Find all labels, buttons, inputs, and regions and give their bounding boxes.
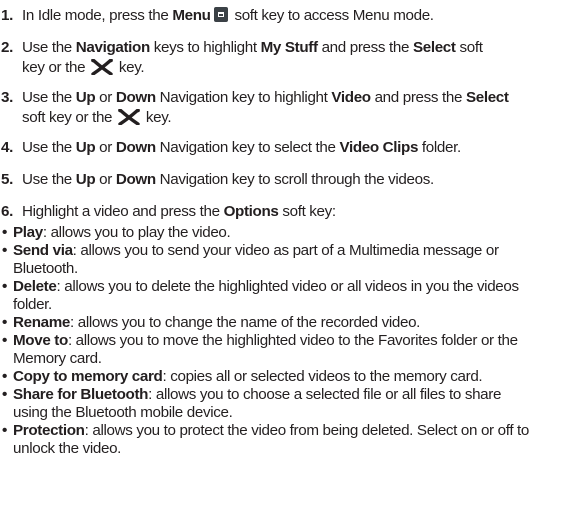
step-number: 4.	[1, 139, 13, 156]
bullet: •	[2, 242, 7, 259]
bullet: •	[2, 314, 7, 331]
step-number: 2.	[1, 39, 13, 56]
step-text: Use the Navigation keys to highlight My …	[22, 39, 483, 76]
menu-softkey-icon	[213, 7, 228, 22]
option-term: Share for Bluetooth	[13, 386, 149, 403]
step-number: 5.	[1, 171, 13, 188]
step-text: Use the Up or Down Navigation key to sel…	[22, 139, 461, 156]
step-text: Use the Up or Down Navigation key to scr…	[22, 171, 434, 188]
bullet: •	[2, 224, 7, 241]
option-term: Send via	[13, 242, 73, 259]
bullet: •	[2, 332, 7, 349]
option-term: Play	[13, 224, 43, 241]
select-x-key-icon	[118, 109, 140, 125]
select-x-key-icon	[91, 59, 113, 75]
step-number: 1.	[1, 7, 13, 24]
option-term: Copy to memory card	[13, 368, 163, 385]
step-number: 3.	[1, 89, 13, 106]
option-term: Delete	[13, 278, 57, 295]
bullet: •	[2, 278, 7, 295]
step-text: Use the Up or Down Navigation key to hig…	[22, 89, 509, 126]
option-term: Protection	[13, 422, 85, 439]
bullet: •	[2, 422, 7, 439]
step-text: In Idle mode, press the Menu soft key to…	[22, 7, 434, 24]
bullet: •	[2, 368, 7, 385]
option-term: Rename	[13, 314, 70, 331]
step-text: Highlight a video and press the Options …	[22, 203, 336, 220]
step-number: 6.	[1, 203, 13, 220]
option-term: Move to	[13, 332, 68, 349]
bullet: •	[2, 386, 7, 403]
